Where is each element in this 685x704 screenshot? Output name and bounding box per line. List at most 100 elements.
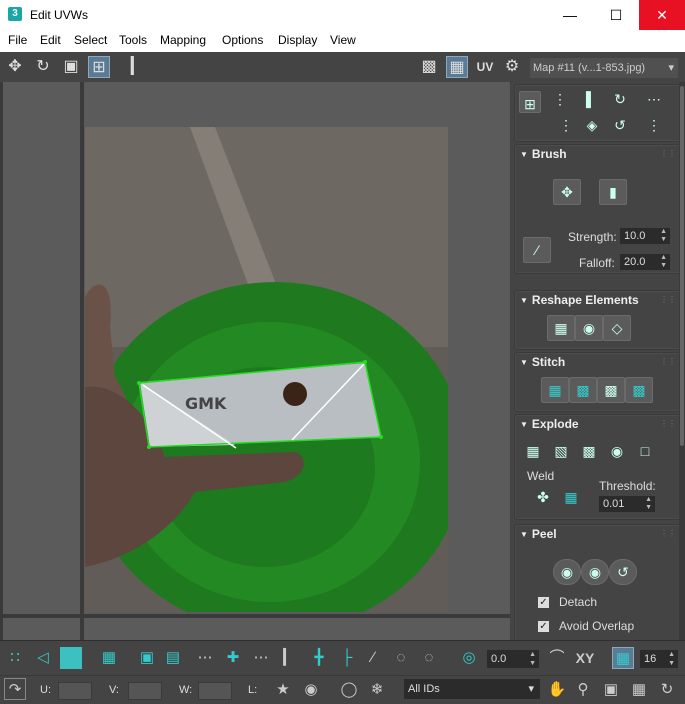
flatten-by-polygon-icon[interactable]: ▩ (575, 439, 603, 465)
brush-header[interactable]: ▼ Brush (520, 147, 567, 161)
threshold-spinner[interactable]: 0.01 ▲ ▼ (599, 496, 655, 512)
shrink-selection-icon[interactable]: ▤ (162, 647, 184, 669)
straighten-selection-icon[interactable]: ▦ (547, 315, 575, 341)
ring-select-icon[interactable]: ╋ (308, 647, 330, 669)
rotate-ccw-icon[interactable]: ↺ (609, 113, 631, 135)
zoom-icon[interactable]: ⚲ (572, 679, 594, 701)
paint-shrink-icon[interactable]: ◌ (418, 647, 440, 669)
paint-move-icon[interactable]: ✥ (553, 179, 581, 205)
uv-vertex (137, 381, 141, 385)
grid-size-spinner[interactable]: 16 ▲ ▼ (640, 650, 678, 668)
spinner-arrows-icon: ▲ ▼ (645, 496, 652, 511)
soft-selection-icon[interactable]: ◎ (458, 647, 480, 669)
strength-label: Strength: (568, 230, 617, 244)
edge-mode-icon[interactable]: ◁ (32, 647, 54, 669)
avoid-overlap-checkbox[interactable]: ✓ (538, 621, 549, 632)
zoom-extents-icon[interactable]: ▦ (628, 679, 650, 701)
pinch-brush-icon[interactable]: ∕ (523, 237, 551, 263)
grip-icon: ⋮⋮ (660, 357, 676, 366)
rotate-cw-icon[interactable]: ↻ (609, 87, 631, 109)
align-vertical-icon[interactable]: ⋮ (555, 113, 577, 135)
explode-section: ▼ Explode ⋮⋮ ▦ ▧ ▩ ◉ □ Weld ✤ ▦ Threshold… (514, 414, 681, 520)
threshold-value: 0.01 (603, 498, 625, 510)
vertex-mode-icon[interactable]: ∷ (4, 647, 26, 669)
reshape-header[interactable]: ▼ Reshape Elements (520, 293, 639, 307)
lock-icon[interactable]: ★ (272, 679, 294, 701)
align-to-edge-icon[interactable]: ⋯ (643, 87, 665, 109)
spinner-arrows-icon: ▲ ▼ (529, 651, 536, 667)
falloff-curve-icon[interactable]: ⌒ (546, 647, 568, 669)
paint-select-icon[interactable]: ∕ (362, 647, 384, 669)
peel-title: Peel (531, 527, 557, 541)
falloff-spinner[interactable]: 20.0 ▲ ▼ (620, 254, 670, 270)
w-input[interactable] (198, 682, 232, 700)
uv-edge-selected (142, 384, 237, 449)
peel-mode-icon[interactable]: ◉ (581, 559, 609, 585)
point-to-point-icon[interactable]: ├ (336, 647, 358, 669)
spinner-arrows-icon: ▲ ▼ (660, 228, 667, 243)
detach-edge-verts-icon[interactable]: ▧ (547, 439, 575, 465)
weld-selected-icon[interactable]: ✤ (529, 485, 557, 511)
paint-grow-icon[interactable]: ◌ (390, 647, 412, 669)
v-input[interactable] (128, 682, 162, 700)
space-horizontal-icon[interactable]: ▐ (575, 87, 597, 109)
peel-header[interactable]: ▼ Peel (520, 527, 557, 541)
threshold-label: Threshold: (599, 479, 656, 493)
quick-transform-section: ⊞ ⋮ ▐ ↻ ⋯ ⋮ ◈ ↺ ⋮ (514, 84, 681, 142)
relax-until-flat-icon[interactable]: ◇ (603, 315, 631, 341)
scrollbar-thumb[interactable] (680, 86, 684, 446)
stitch-custom-icon[interactable]: ▦ (541, 377, 569, 403)
ring-shrink-icon[interactable]: ⋯ (250, 647, 272, 669)
angle-spinner[interactable]: 0.0 ▲ ▼ (487, 650, 539, 668)
explode-header[interactable]: ▼ Explode (520, 417, 579, 431)
absolute-offset-icon[interactable]: ↷ (4, 678, 26, 700)
grip-icon: ⋮⋮ (660, 529, 676, 538)
reset-peel-icon[interactable]: ↺ (609, 559, 637, 585)
weld-all-selected-icon[interactable]: ▦ (557, 485, 585, 511)
spinner-arrows-icon: ▲ ▼ (668, 651, 675, 667)
snowflake-icon[interactable]: ❄ (366, 679, 388, 701)
center-pivot-icon[interactable]: ◈ (581, 113, 603, 135)
grow-selection-icon[interactable]: ▣ (136, 647, 158, 669)
brush-section: ▼ Brush ⋮⋮ ✥ ▮ ∕ Strength: 10.0 ▲ ▼ Falloff… (514, 144, 681, 274)
element-mode-icon[interactable]: ▦ (98, 647, 120, 669)
align-horizontal-icon[interactable]: ⋮ (549, 87, 571, 109)
zoom-to-gizmo-icon[interactable]: ↻ (656, 679, 678, 701)
flatten-by-material-icon[interactable]: □ (631, 439, 659, 465)
strength-spinner[interactable]: 10.0 ▲ ▼ (620, 228, 670, 244)
polygon-mode-icon[interactable] (60, 647, 82, 669)
snap-grid-icon[interactable]: ▦ (612, 647, 634, 669)
loop-select-icon[interactable]: ⋯ (194, 647, 216, 669)
straighten-icon[interactable]: ⋮ (643, 113, 665, 135)
stitch-header[interactable]: ▼ Stitch (520, 355, 565, 369)
stitch-to-target-icon[interactable]: ▩ (625, 377, 653, 403)
status-bar: ↷ U: V: W: L: ★ ◉ ◯ ❄ ✋ ⚲ ▣ ▦ ↻ (0, 675, 685, 704)
quick-planar-icon[interactable]: ⊞ (519, 91, 541, 113)
relax-brush-icon[interactable]: ▮ (599, 179, 627, 205)
explode-title: Explode (531, 417, 579, 431)
flatten-by-smoothing-icon[interactable]: ◉ (603, 439, 631, 465)
edge-loop-icon[interactable]: ▎ (278, 647, 300, 669)
hide-icon[interactable]: ◉ (300, 679, 322, 701)
panel-scrollbar[interactable] (679, 82, 685, 640)
chevron-down-icon: ▾ (528, 683, 534, 695)
stitch-to-average-icon[interactable]: ▩ (597, 377, 625, 403)
uv-vertex (379, 435, 383, 439)
falloff-label: Falloff: (579, 256, 615, 270)
stitch-to-source-icon[interactable]: ▩ (569, 377, 597, 403)
relax-icon[interactable]: ◉ (575, 315, 603, 341)
grid-size-value: 16 (644, 653, 657, 665)
u-label: U: (40, 684, 51, 696)
break-icon[interactable]: ▦ (519, 439, 547, 465)
quick-peel-icon[interactable]: ◉ (553, 559, 581, 585)
pan-icon[interactable]: ✋ (546, 679, 568, 701)
strength-value: 10.0 (624, 230, 646, 242)
detach-checkbox[interactable]: ✓ (538, 597, 549, 608)
freeze-view-icon[interactable]: ◯ (338, 679, 360, 701)
v-label: V: (109, 684, 119, 696)
ring-grow-icon[interactable]: ✚ (222, 647, 244, 669)
id-filter-dropdown[interactable]: All IDs ▾ (404, 679, 540, 699)
xy-plane-label[interactable]: XY (574, 647, 596, 669)
u-input[interactable] (58, 682, 92, 700)
zoom-region-icon[interactable]: ▣ (600, 679, 622, 701)
